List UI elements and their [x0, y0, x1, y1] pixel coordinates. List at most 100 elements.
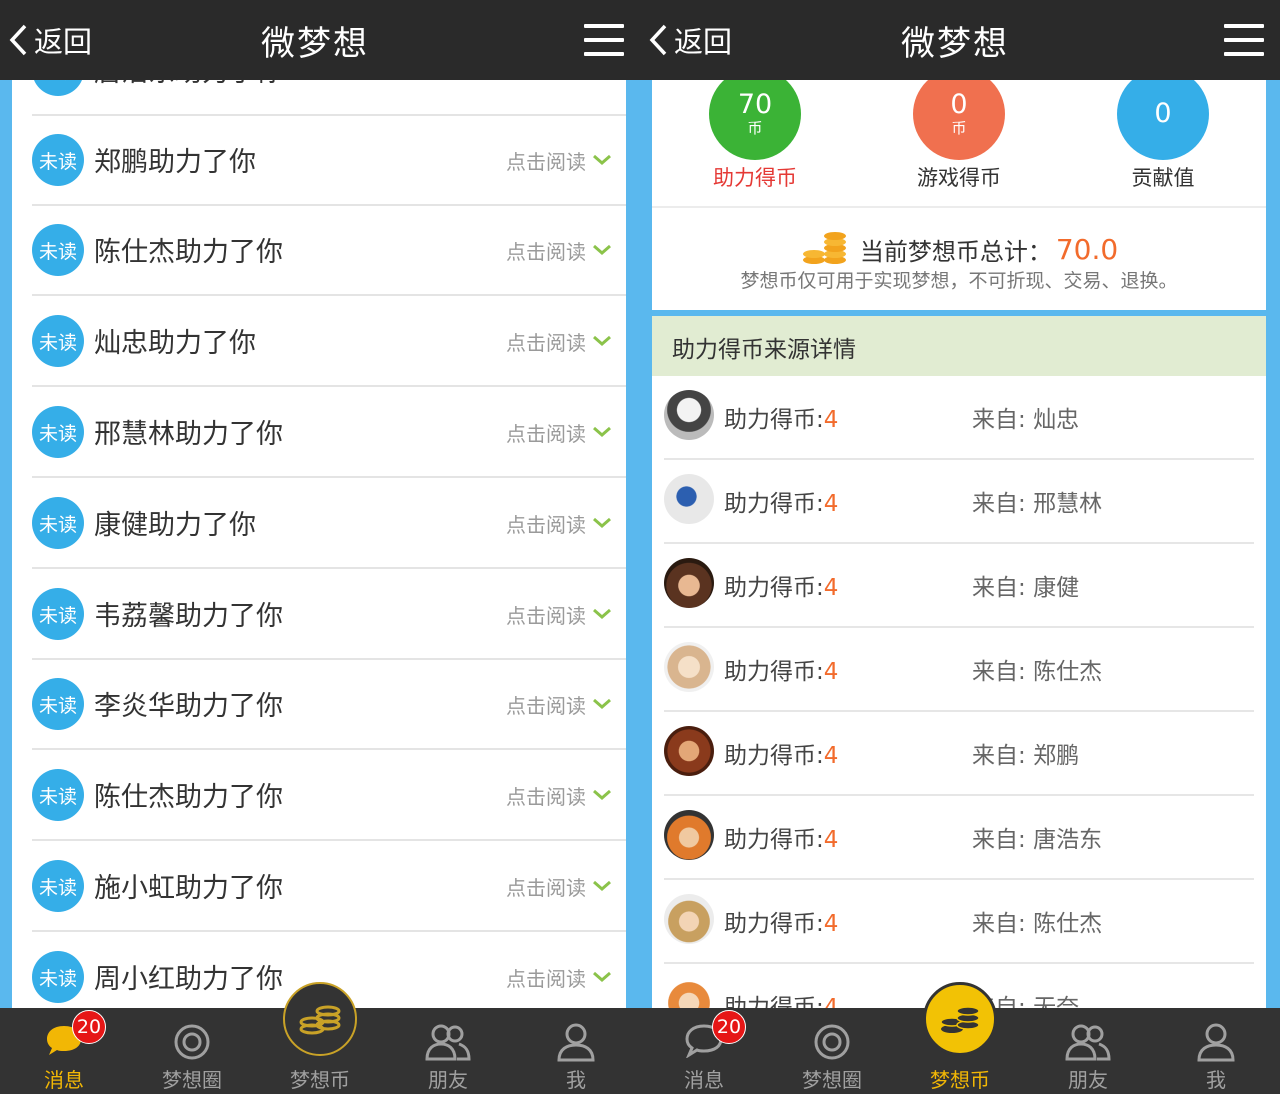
coin-amount: 助力得币:4	[724, 743, 839, 769]
source-row[interactable]: 助力得币:4 来自: 陈仕杰	[664, 628, 1254, 712]
tab-dream-circle[interactable]: 梦想圈	[768, 1008, 896, 1094]
message-title: 陈仕杰助力了你	[94, 237, 283, 268]
source-row[interactable]: 助力得币:4 来自: 康健	[664, 544, 1254, 628]
page-title: 微梦想	[261, 24, 369, 64]
tab-label: 梦想圈	[162, 1068, 222, 1092]
message-row[interactable]: 未读 陈仕杰助力了你 点击阅读	[32, 206, 626, 296]
chevron-down-icon	[593, 426, 611, 437]
avatar	[664, 978, 714, 1008]
unread-badge: 未读	[32, 406, 84, 458]
message-title: 李炎华助力了你	[94, 691, 283, 722]
coin-source: 来自: 陈仕杰	[972, 659, 1103, 685]
read-link[interactable]: 点击阅读	[506, 236, 586, 265]
game-coins-label: 游戏得币	[917, 166, 1001, 190]
coin-source: 来自: 邢慧林	[972, 491, 1103, 517]
circle-icon	[814, 1024, 850, 1060]
message-row[interactable]: 未读 李炎华助力了你 点击阅读	[32, 660, 626, 750]
read-link[interactable]: 点击阅读	[506, 600, 586, 629]
message-row[interactable]: 未读 施小虹助力了你 点击阅读	[32, 842, 626, 932]
coin-amount: 助力得币:4	[724, 827, 839, 853]
read-link[interactable]: 点击阅读	[506, 327, 586, 356]
message-title: 邢慧林助力了你	[94, 419, 283, 450]
stat-unit: 币	[951, 119, 967, 137]
avatar	[664, 894, 714, 944]
tab-label: 梦想币	[290, 1068, 350, 1092]
tab-label: 我	[1206, 1068, 1226, 1092]
unread-badge: 未读	[32, 951, 84, 1003]
top-bar: 返回 微梦想	[0, 0, 640, 80]
read-link[interactable]: 点击阅读	[506, 872, 586, 901]
total-value: 70.0	[1055, 232, 1119, 266]
message-title: 韦荔馨助力了你	[94, 601, 283, 632]
avatar	[664, 810, 714, 860]
read-link[interactable]: 点击阅读	[506, 418, 586, 447]
read-link[interactable]: 点击阅读	[506, 146, 586, 175]
avatar	[664, 726, 714, 776]
boost-coins-circle[interactable]: 70 币	[709, 68, 801, 160]
coin-total-panel: 当前梦想币总计： 70.0 梦想币仅可用于实现梦想，不可折现、交易、退换。	[652, 208, 1266, 310]
contribution-circle[interactable]: 0	[1117, 68, 1209, 160]
message-row[interactable]: 未读 韦荔馨助力了你 点击阅读	[32, 570, 626, 660]
total-label: 当前梦想币总计：	[859, 237, 1052, 266]
unread-badge: 未读	[32, 860, 84, 912]
unread-count-badge: 20	[72, 1010, 106, 1044]
coin-source: 来自: 陈仕杰	[972, 911, 1103, 937]
boost-coins-label: 助力得币	[713, 166, 797, 190]
read-link[interactable]: 点击阅读	[506, 690, 586, 719]
message-row[interactable]: 未读 邢慧林助力了你 点击阅读	[32, 388, 626, 478]
coin-amount: 助力得币:4	[724, 659, 839, 685]
message-row[interactable]: 未读 陈仕杰助力了你 点击阅读	[32, 751, 626, 841]
menu-icon	[1224, 24, 1264, 28]
stat-unit: 币	[747, 119, 763, 137]
chevron-down-icon	[593, 698, 611, 709]
source-row[interactable]: 助力得币:4 来自: 邢慧林	[664, 460, 1254, 544]
unread-badge: 未读	[32, 497, 84, 549]
source-row[interactable]: 助力得币:4 来自: 唐浩东	[664, 796, 1254, 880]
center-coin-button[interactable]	[283, 982, 357, 1056]
read-link[interactable]: 点击阅读	[506, 963, 586, 992]
coin-stack-icon	[299, 1005, 341, 1035]
tab-friends[interactable]: 朋友	[1024, 1008, 1152, 1094]
chevron-down-icon	[593, 880, 611, 891]
source-row[interactable]: 助力得币:4 来自: 郑鹏	[664, 712, 1254, 796]
avatar	[664, 474, 714, 524]
coin-stack-icon	[802, 232, 846, 264]
message-row[interactable]: 未读 康健助力了你 点击阅读	[32, 479, 626, 569]
read-link[interactable]: 点击阅读	[506, 509, 586, 538]
tab-dream-circle[interactable]: 梦想圈	[128, 1008, 256, 1094]
unread-badge: 未读	[32, 769, 84, 821]
coin-amount: 助力得币:4	[724, 911, 839, 937]
section-title: 助力得币来源详情	[672, 337, 856, 363]
tab-messages[interactable]: 20 消息	[0, 1008, 128, 1094]
menu-button[interactable]	[584, 24, 624, 56]
unread-badge: 未读	[32, 224, 84, 276]
source-row[interactable]: 助力得币:4 来自: 陈仕杰	[664, 880, 1254, 964]
unread-badge: 未读	[32, 134, 84, 186]
coin-note: 梦想币仅可用于实现梦想，不可折现、交易、退换。	[740, 270, 1178, 292]
tab-friends[interactable]: 朋友	[384, 1008, 512, 1094]
unread-badge: 未读	[32, 80, 84, 96]
source-row[interactable]: 助力得币:4 来自: 灿忠	[664, 376, 1254, 460]
source-section-header: 助力得币来源详情	[652, 316, 1266, 376]
message-row[interactable]: 未读 唐浩东助力了你	[32, 80, 626, 116]
read-link[interactable]: 点击阅读	[506, 781, 586, 810]
game-coins-circle[interactable]: 0 币	[913, 68, 1005, 160]
message-row[interactable]: 未读 郑鹏助力了你 点击阅读	[32, 116, 626, 206]
tab-label: 梦想币	[930, 1068, 990, 1092]
tab-messages[interactable]: 20 消息	[640, 1008, 768, 1094]
stat-value: 0	[950, 89, 968, 120]
tab-me[interactable]: 我	[1152, 1008, 1280, 1094]
coin-stack-icon	[940, 1006, 980, 1033]
message-row[interactable]: 未读 灿忠助力了你 点击阅读	[32, 297, 626, 387]
menu-button[interactable]	[1224, 24, 1264, 56]
chevron-down-icon	[593, 154, 611, 165]
center-coin-button[interactable]	[923, 982, 997, 1056]
chevron-down-icon	[593, 789, 611, 800]
tab-me[interactable]: 我	[512, 1008, 640, 1094]
coin-amount: 助力得币:4	[724, 995, 839, 1008]
unread-badge: 未读	[32, 588, 84, 640]
person-icon	[1197, 1023, 1235, 1062]
avatar	[664, 390, 714, 440]
stat-value: 70	[737, 89, 773, 120]
tab-label: 梦想圈	[802, 1068, 862, 1092]
